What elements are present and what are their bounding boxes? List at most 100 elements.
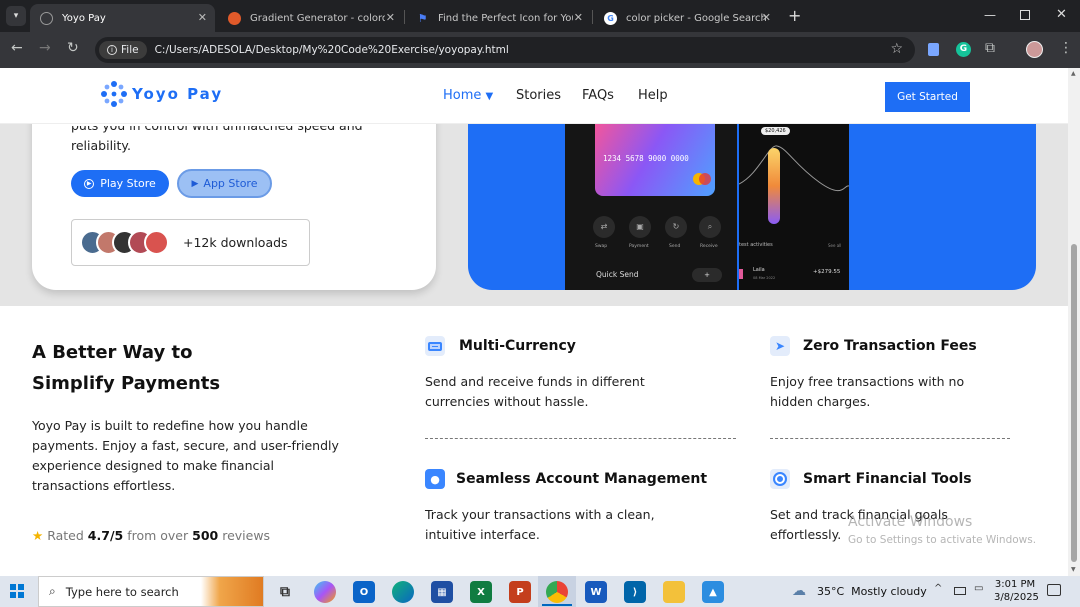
scroll-down-icon[interactable]: ▼ — [1071, 566, 1076, 573]
close-window-icon[interactable]: ✕ — [1056, 7, 1067, 22]
battery-icon — [954, 587, 966, 595]
quick-send-add: + — [692, 268, 722, 282]
google-icon: G — [604, 11, 617, 25]
tab-gradient-generator[interactable]: Gradient Generator - colordesi ✕ — [218, 4, 403, 32]
action-row: ⇄ ▣ ↻ ⌕ Swap Payment Send Receive — [593, 216, 733, 256]
app-store-icon: ▶ — [191, 178, 199, 189]
nav-help[interactable]: Help — [638, 88, 668, 103]
photos-icon[interactable]: ▲ — [702, 581, 724, 603]
divider — [770, 438, 1010, 439]
play-store-icon: ▶ — [84, 178, 95, 189]
tab-color-picker[interactable]: G color picker - Google Search ✕ — [594, 4, 779, 32]
excel-icon[interactable]: X — [470, 581, 492, 603]
tab-yoyo-pay[interactable]: Yoyo Pay ✕ — [30, 4, 215, 32]
contact-avatar — [739, 269, 743, 279]
nav-home[interactable]: Home ▼ — [443, 88, 493, 103]
app-store-button[interactable]: ▶ App Store — [177, 169, 272, 198]
feature-text: Send and receive funds in different curr… — [425, 372, 645, 412]
play-store-button[interactable]: ▶ Play Store — [71, 170, 169, 197]
activation-watermark-text: Go to Settings to activate Windows. — [848, 534, 1037, 546]
divider — [425, 438, 736, 439]
feature-text-line: hidden charges. — [770, 394, 871, 409]
about-title-line1: A Better Way to — [32, 342, 193, 363]
store-icon[interactable]: ▦ — [431, 581, 453, 603]
tab-separator — [592, 10, 593, 24]
powerpoint-icon[interactable]: P — [509, 581, 531, 603]
file-label: File — [121, 44, 139, 56]
avatar — [144, 230, 169, 255]
phone-mockup-activity: $20,426 test activities See all Laila 08… — [739, 124, 849, 290]
tab-title: color picker - Google Search — [626, 12, 766, 24]
clock-time: 3:01 PM — [994, 579, 1036, 590]
tab-search-button[interactable]: ▾ — [6, 6, 26, 26]
phone-mockup-wallet: 1234 5678 9000 0000 ⇄ ▣ ↻ ⌕ Swap Payment… — [565, 124, 737, 290]
close-icon[interactable]: ✕ — [574, 11, 583, 24]
swap-icon: ⇄ — [593, 216, 615, 238]
scroll-up-icon[interactable]: ▲ — [1071, 70, 1076, 77]
close-icon[interactable]: ✕ — [386, 11, 395, 24]
downloads-count: +12k downloads — [183, 235, 288, 250]
chrome-icon[interactable] — [546, 581, 568, 603]
menu-icon[interactable]: ⋮ — [1059, 40, 1073, 56]
activity-bar-graphic — [768, 148, 780, 224]
reviews-label: reviews — [222, 528, 271, 543]
nav-stories[interactable]: Stories — [516, 88, 561, 103]
colordesigner-icon — [228, 11, 241, 25]
active-app-indicator — [542, 604, 572, 606]
copilot-icon[interactable] — [314, 581, 336, 603]
outlook-icon[interactable]: O — [353, 581, 375, 603]
about-title-line2: Simplify Payments — [32, 373, 221, 394]
new-tab-button[interactable]: + — [788, 6, 801, 25]
nav-faqs[interactable]: FAQs — [582, 88, 614, 103]
minimize-icon[interactable]: — — [984, 8, 996, 22]
clock[interactable]: 3:01 PM 3/8/2025 — [994, 578, 1039, 604]
feature-title: Seamless Account Management — [456, 471, 708, 487]
forward-icon[interactable]: → — [39, 40, 51, 56]
avatar-stack — [80, 230, 180, 256]
notification-icon[interactable] — [1047, 584, 1061, 596]
receive-icon: ⌕ — [699, 216, 721, 238]
extension-icon[interactable] — [928, 43, 939, 56]
grammarly-icon[interactable]: G — [956, 42, 971, 57]
about-body-line: transactions effortless. — [32, 478, 176, 493]
tab-find-icon[interactable]: ⚑ Find the Perfect Icon for Your P ✕ — [406, 4, 591, 32]
close-icon[interactable]: ✕ — [762, 11, 771, 24]
close-icon[interactable]: ✕ — [198, 11, 207, 24]
tray-chevron-icon[interactable]: ^ — [934, 583, 942, 594]
address-bar[interactable]: i File C:/Users/ADESOLA/Desktop/My%20Cod… — [95, 37, 915, 63]
vscode-icon[interactable]: ⟩ — [624, 581, 646, 603]
reload-icon[interactable]: ↻ — [67, 40, 79, 56]
scrollbar-thumb[interactable] — [1071, 244, 1077, 562]
rating-line: ★ Rated 4.7/5 from over 500 reviews — [32, 528, 270, 543]
feature-text: Track your transactions with a clean, in… — [425, 505, 655, 545]
taskbar-search-box[interactable]: ⌕ Type here to search — [38, 576, 264, 607]
clock-date: 3/8/2025 — [994, 592, 1039, 603]
windows-start-icon[interactable] — [10, 584, 24, 598]
profile-avatar[interactable] — [1026, 41, 1043, 58]
file-explorer-icon[interactable] — [663, 581, 685, 603]
feature-text-line: intuitive interface. — [425, 527, 540, 542]
network-icon[interactable]: ▭ — [974, 583, 983, 594]
star-icon[interactable]: ☆ — [890, 41, 903, 57]
task-view-icon[interactable]: ⧉ — [274, 581, 296, 603]
back-icon[interactable]: ← — [11, 40, 23, 56]
user-icon: ● — [425, 469, 445, 489]
puzzle-icon[interactable]: ⧉ — [985, 40, 995, 56]
site-logo[interactable]: Yoyo Pay — [100, 80, 223, 108]
edge-icon[interactable] — [392, 581, 414, 603]
weather-text[interactable]: 35°C Mostly cloudy — [817, 585, 927, 598]
word-icon[interactable]: W — [585, 581, 607, 603]
restore-icon[interactable] — [1020, 10, 1030, 20]
card-number: 1234 5678 9000 0000 — [603, 154, 689, 163]
site-navbar: Yoyo Pay Home ▼ Stories FAQs Help Get St… — [0, 68, 1068, 124]
browser-tab-strip: ▾ Yoyo Pay ✕ Gradient Generator - colord… — [0, 0, 1080, 32]
get-started-button[interactable]: Get Started — [885, 82, 970, 112]
file-chip[interactable]: i File — [99, 41, 147, 59]
browser-toolbar: ← → ↻ i File C:/Users/ADESOLA/Desktop/My… — [0, 32, 1080, 68]
page-scrollbar[interactable]: ▲ ▼ — [1068, 68, 1080, 576]
about-body-line: payments. Enjoy a fast, secure, and user… — [32, 438, 339, 453]
rating-value: 4.7/5 — [87, 528, 124, 543]
search-highlight-graphic — [201, 577, 263, 606]
feature-title: Smart Financial Tools — [803, 471, 972, 487]
feature-title: Multi-Currency — [459, 338, 576, 354]
